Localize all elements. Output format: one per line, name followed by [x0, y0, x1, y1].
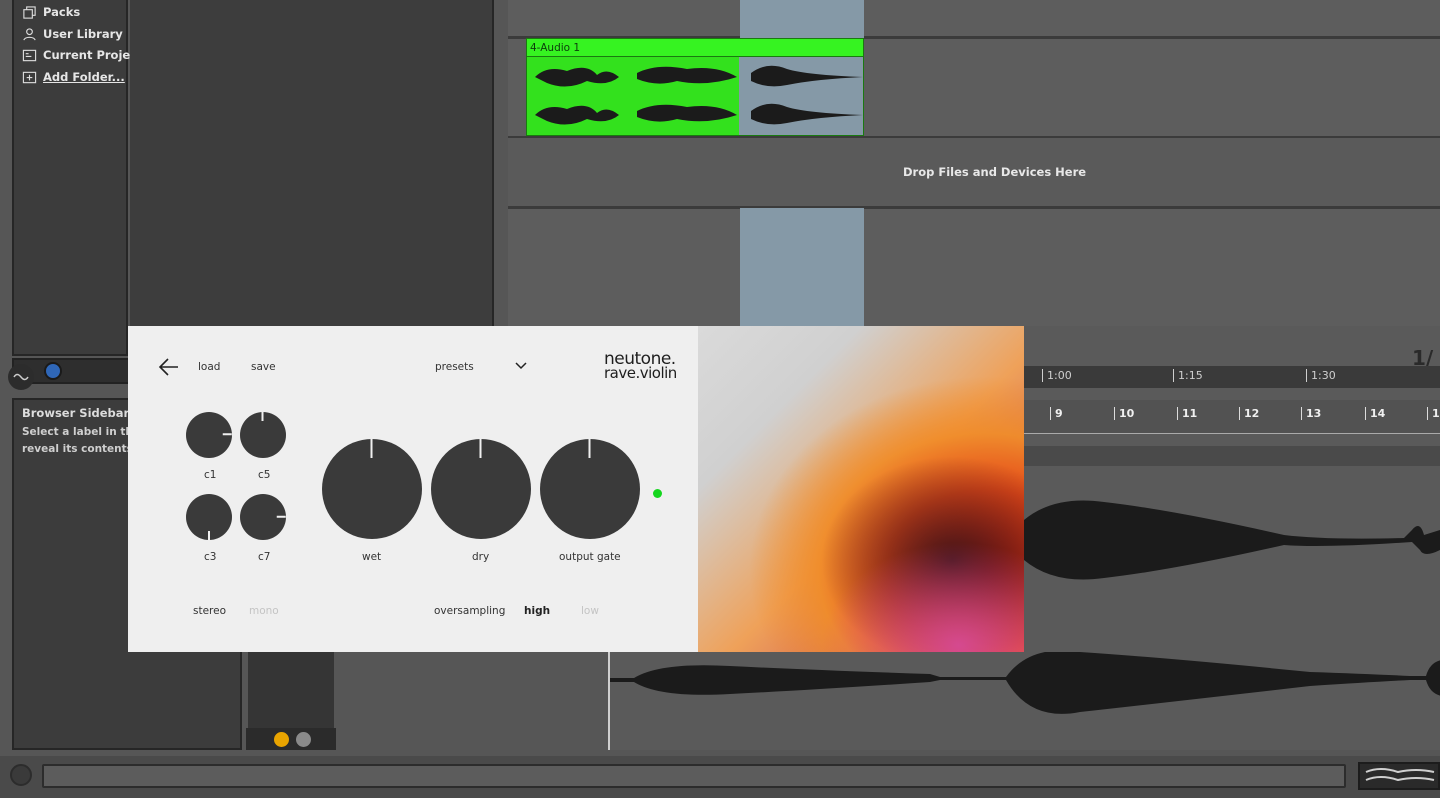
overview-waveform — [1365, 768, 1435, 782]
daw-window: 4-Audio 1 Drop Files and Devices Here Pa… — [0, 0, 1440, 798]
time-label: 1:00 — [1042, 369, 1072, 382]
knob-label-c7: c7 — [258, 551, 271, 563]
drop-area[interactable]: Drop Files and Devices Here — [508, 138, 1440, 206]
edit-button[interactable] — [296, 732, 311, 747]
info-line: Select a label in the b — [22, 426, 140, 438]
knob-c7[interactable] — [240, 494, 286, 540]
bar-label: 9 — [1050, 407, 1063, 420]
presets-dropdown[interactable]: presets — [435, 361, 474, 373]
knob-indicator — [208, 531, 210, 540]
bar-label: 10 — [1114, 407, 1134, 420]
back-arrow-icon[interactable] — [158, 357, 180, 377]
device-footer — [246, 728, 336, 750]
wave-icon — [13, 373, 29, 381]
overview-thumbnail[interactable] — [1358, 762, 1440, 790]
packs-icon — [23, 5, 36, 19]
place-label: Current Projec — [43, 48, 138, 62]
lane-divider — [508, 206, 1440, 209]
bar-label: 15 — [1427, 407, 1440, 420]
knob-wet[interactable] — [322, 439, 422, 539]
browser-places: Packs User Library Current Projec Add Fo… — [12, 0, 137, 356]
knob-output-gate[interactable] — [540, 439, 640, 539]
oversampling-label: oversampling — [434, 605, 506, 617]
model-name: rave.violin — [604, 364, 677, 382]
drop-hint: Drop Files and Devices Here — [903, 165, 1087, 179]
marker-strip[interactable] — [1024, 446, 1440, 466]
device-panel — [248, 640, 334, 730]
knob-label-dry: dry — [472, 551, 490, 563]
clip-name: 4-Audio 1 — [530, 42, 581, 54]
activity-led — [653, 489, 662, 498]
project-icon — [22, 49, 37, 61]
knob-label-c3: c3 — [204, 551, 217, 563]
bar-label: 14 — [1365, 407, 1385, 420]
place-current-project[interactable]: Current Projec — [22, 46, 137, 64]
info-line: reveal its contents in — [22, 443, 140, 455]
time-label: 1:15 — [1173, 369, 1203, 382]
browser-content-list[interactable] — [130, 0, 494, 326]
detail-waveform-top — [1024, 500, 1440, 580]
time-ruler[interactable]: 1:00 1:15 1:30 — [1024, 366, 1440, 388]
knob-indicator — [589, 439, 591, 458]
knob-c5[interactable] — [240, 412, 286, 458]
knob-indicator — [371, 439, 373, 458]
loop-region[interactable] — [740, 0, 864, 38]
add-folder-icon — [22, 71, 37, 83]
model-artwork — [698, 326, 1024, 652]
chevron-down-icon[interactable] — [515, 362, 527, 370]
user-icon — [23, 27, 36, 40]
detail-waveform-bottom — [610, 652, 1440, 714]
save-button[interactable]: save — [251, 361, 276, 373]
status-text-field[interactable] — [42, 764, 1346, 788]
beat-ruler[interactable]: 9 10 11 12 13 14 15 — [1024, 400, 1440, 434]
status-indicator[interactable] — [44, 362, 62, 380]
browser-toggle-button[interactable] — [8, 364, 34, 390]
info-text: Select a label in the b reveal its conte… — [22, 424, 140, 458]
knob-label-output-gate: output gate — [559, 551, 621, 563]
brand-logo: neutone. rave.violin — [604, 351, 684, 382]
clip-waveform — [535, 65, 863, 125]
knob-dry[interactable] — [431, 439, 531, 539]
knob-indicator — [222, 433, 232, 435]
place-label: Add Folder... — [43, 70, 125, 84]
clip-detail-lower[interactable] — [608, 652, 1440, 750]
knob-indicator — [480, 439, 482, 458]
knob-label-wet: wet — [362, 551, 382, 563]
stereo-toggle[interactable]: stereo — [193, 605, 226, 617]
oversampling-low[interactable]: low — [581, 605, 599, 617]
bar-label: 13 — [1301, 407, 1321, 420]
audio-clip[interactable]: 4-Audio 1 — [526, 38, 864, 136]
info-title: Browser Sidebar — [22, 406, 130, 420]
oversampling-high[interactable]: high — [524, 605, 550, 617]
bar-label: 11 — [1177, 407, 1197, 420]
place-label: User Library — [43, 27, 123, 41]
loop-region[interactable] — [740, 208, 864, 326]
load-button[interactable]: load — [198, 361, 220, 373]
clip-header[interactable]: 4-Audio 1 — [527, 39, 863, 57]
time-label: 1:30 — [1306, 369, 1336, 382]
neutone-plugin: load save presets neutone. rave.violin c… — [128, 326, 698, 652]
status-toggle-button[interactable] — [10, 764, 32, 786]
bar-label: 12 — [1239, 407, 1259, 420]
place-label: Packs — [43, 5, 81, 19]
knob-c1[interactable] — [186, 412, 232, 458]
knob-indicator — [276, 516, 286, 518]
knob-c3[interactable] — [186, 494, 232, 540]
place-add-folder[interactable]: Add Folder... — [22, 68, 125, 86]
hot-swap-button[interactable] — [274, 732, 289, 747]
mono-toggle[interactable]: mono — [249, 605, 279, 617]
knob-label-c1: c1 — [204, 469, 217, 481]
place-user-library[interactable]: User Library — [22, 25, 123, 43]
knob-label-c5: c5 — [258, 469, 271, 481]
place-packs[interactable]: Packs — [22, 3, 80, 21]
knob-indicator — [262, 412, 264, 421]
